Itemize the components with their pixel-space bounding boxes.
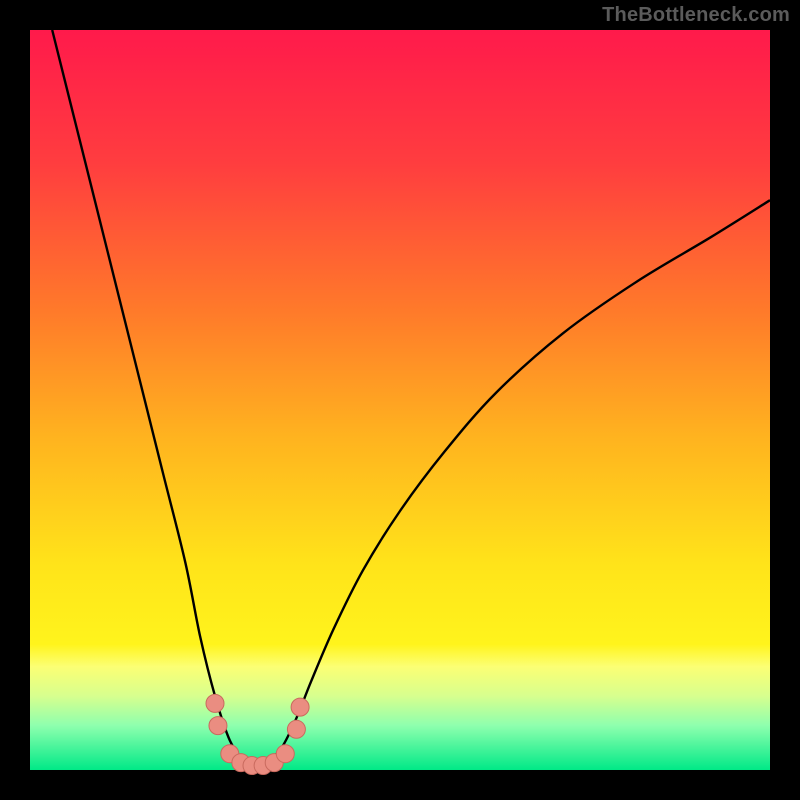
marker-dot [206, 694, 224, 712]
marker-dot [291, 698, 309, 716]
curve-svg [30, 30, 770, 770]
outer-frame: TheBottleneck.com [0, 0, 800, 800]
curve-markers [206, 694, 309, 774]
watermark-text: TheBottleneck.com [602, 4, 790, 27]
marker-dot [287, 720, 305, 738]
bottleneck-curve [52, 30, 770, 767]
marker-dot [209, 717, 227, 735]
marker-dot [276, 745, 294, 763]
plot-area [30, 30, 770, 770]
